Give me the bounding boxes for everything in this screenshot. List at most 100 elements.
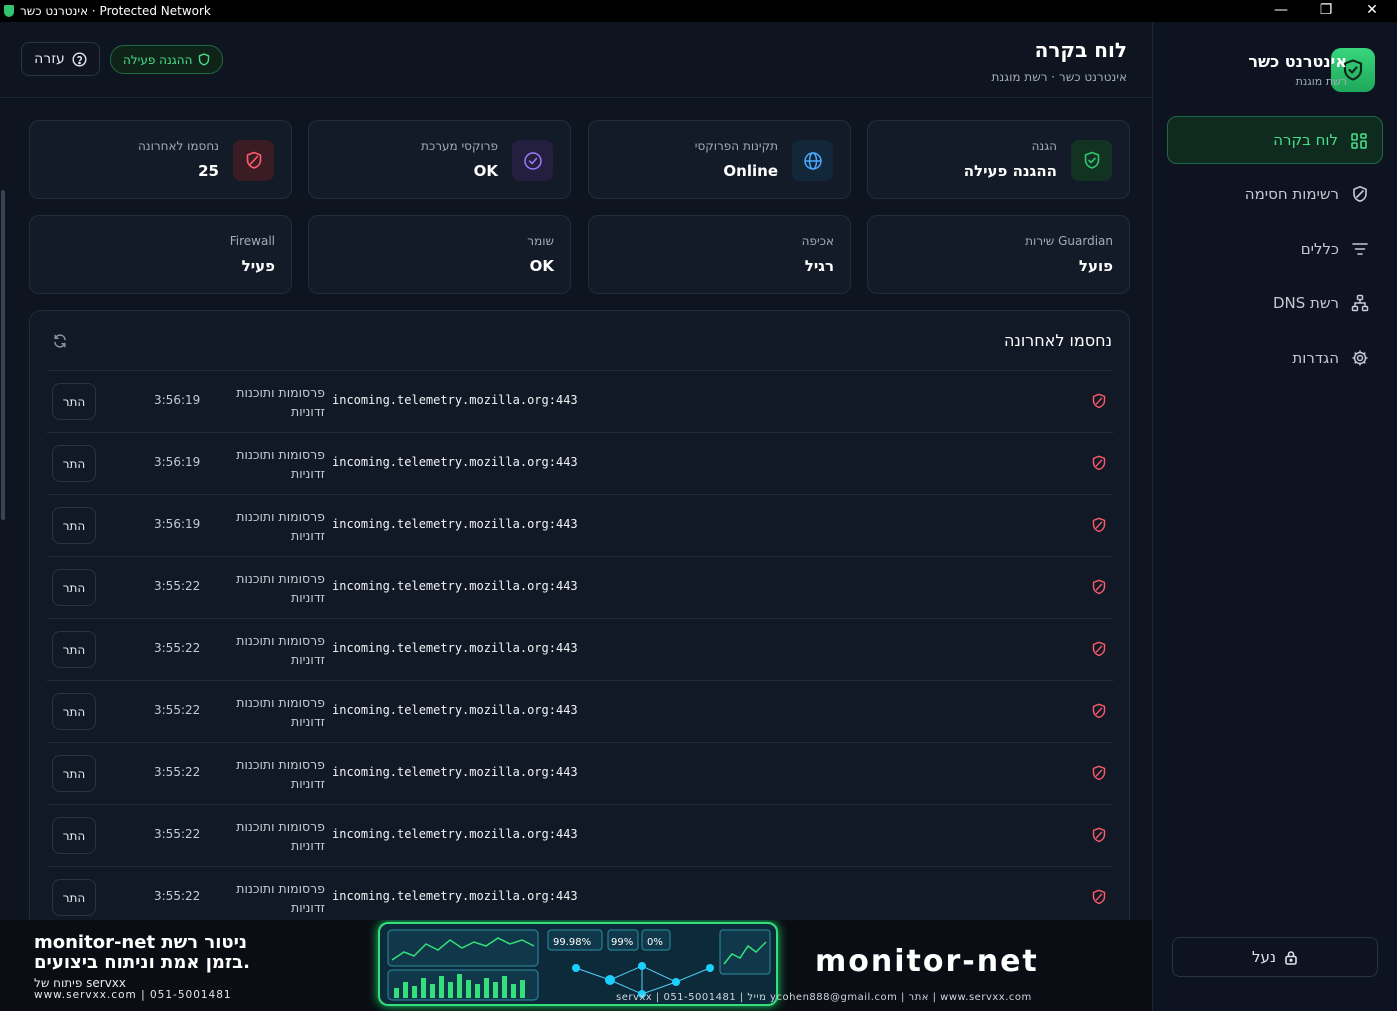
sidebar-item-dns-network[interactable]: DNS רשת	[1167, 279, 1383, 327]
window-titlebar: אינטרנט כשר · Protected Network — ❐ ✕	[0, 0, 1397, 22]
blocked-category: פרסומות ותוכנות זדוניות	[236, 881, 325, 915]
allow-button[interactable]: התר	[52, 817, 96, 854]
page-title: לוח בקרה	[1034, 38, 1127, 62]
blocked-time: 3:55:22	[154, 641, 201, 655]
banner-brand: monitor-net	[815, 944, 1039, 979]
blocked-category: פרסומות ותוכנות זדוניות	[236, 695, 325, 729]
blocked-time: 3:56:19	[154, 455, 201, 469]
maximize-button[interactable]: ❐	[1303, 0, 1349, 22]
filter-icon	[1352, 243, 1368, 255]
shield-check-icon	[1071, 140, 1112, 181]
shield-icon	[199, 53, 210, 66]
banner-developer: פיתוח של servxx	[34, 976, 126, 990]
check-circle-icon	[512, 140, 553, 181]
stat-card-recently-blocked: נחסמו לאחרונה 25	[29, 120, 292, 199]
main-content: לוח בקרה אינטרנט כשר · רשת מוגנת ההגנה פ…	[0, 22, 1152, 930]
allow-button[interactable]: התר	[52, 879, 96, 916]
card-label: שירות Guardian	[1025, 234, 1113, 248]
blocked-host: incoming.telemetry.mozilla.org:443	[332, 765, 578, 779]
help-circle-icon	[72, 51, 87, 67]
help-button[interactable]: עזרה	[21, 42, 100, 76]
table-row: incoming.telemetry.mozilla.org:443 פרסומו…	[47, 494, 1113, 556]
table-row: incoming.telemetry.mozilla.org:443 פרסומו…	[47, 680, 1113, 742]
table-row: incoming.telemetry.mozilla.org:443 פרסומו…	[47, 742, 1113, 804]
blocked-time: 3:56:19	[154, 517, 201, 531]
network-icon	[1351, 294, 1369, 312]
blocked-time: 3:55:22	[154, 889, 201, 903]
card-value: Online	[723, 162, 778, 180]
blocked-time: 3:56:19	[154, 393, 201, 407]
allow-button[interactable]: התר	[52, 383, 96, 420]
blocked-shield-icon	[1092, 827, 1106, 843]
health-readout: 99%	[611, 937, 633, 948]
allow-button[interactable]: התר	[52, 445, 96, 482]
allow-button[interactable]: התר	[52, 693, 96, 730]
sidebar-item-settings[interactable]: הגדרות	[1167, 334, 1383, 382]
card-value: 25	[198, 162, 219, 180]
sidebar-item-label: כללים	[1300, 240, 1339, 258]
help-label: עזרה	[34, 51, 65, 67]
card-value: פועל	[1078, 257, 1113, 275]
banner-headline: monitor-net ניטור רשת	[34, 932, 248, 953]
page-header: לוח בקרה אינטרנט כשר · רשת מוגנת ההגנה פ…	[0, 22, 1152, 98]
card-value: רגיל	[804, 257, 834, 275]
brand-subtitle: רשת מוגנת	[1295, 75, 1347, 88]
blocked-shield-icon	[1092, 765, 1106, 781]
banner-subheadline: בזמן אמת וניתוח ביצועים.	[34, 952, 250, 973]
blocked-host: incoming.telemetry.mozilla.org:443	[332, 641, 578, 655]
allow-button[interactable]: התר	[52, 507, 96, 544]
card-label: Firewall	[229, 234, 275, 248]
card-label: שומר	[527, 234, 554, 248]
stat-card-enforcement: אכיפה רגיל	[588, 215, 851, 294]
card-value: פעיל	[241, 257, 275, 275]
blocked-time: 3:55:22	[154, 827, 201, 841]
table-row: incoming.telemetry.mozilla.org:443 פרסומו…	[47, 804, 1113, 866]
blocked-host: incoming.telemetry.mozilla.org:443	[332, 393, 578, 407]
blocked-time: 3:55:22	[154, 765, 201, 779]
lock-label: נעל	[1252, 948, 1276, 966]
blocked-category: פרסומות ותוכנות זדוניות	[236, 633, 325, 667]
sidebar-item-rules[interactable]: כללים	[1167, 225, 1383, 273]
allow-button[interactable]: התר	[52, 569, 96, 606]
recently-blocked-panel: נחסמו לאחרונה incoming.telemetry.mozilla…	[29, 310, 1130, 930]
banner-website-phone: www.servxx.com | 051-5001481	[34, 989, 232, 1001]
blocked-category: פרסומות ותוכנות זדוניות	[236, 757, 325, 791]
blocked-time: 3:55:22	[154, 703, 201, 717]
blocked-shield-icon	[1092, 703, 1106, 719]
window-title: אינטרנט כשר · Protected Network	[20, 4, 211, 18]
sidebar-item-label: DNS רשת	[1272, 294, 1339, 312]
blocked-category: פרסומות ותוכנות זדוניות	[236, 571, 325, 605]
close-button[interactable]: ✕	[1349, 0, 1395, 22]
sidebar-item-blocklists[interactable]: רשימות חסימה	[1167, 170, 1383, 218]
gear-icon	[1352, 350, 1368, 366]
blocked-category: פרסומות ותוכנות זדוניות	[236, 447, 325, 481]
stat-card-proxy-health: תקינות הפרוקסי Online	[588, 120, 851, 199]
card-label: פרוקסי מערכת	[420, 139, 498, 153]
card-label: הגנה	[1031, 139, 1057, 153]
minimize-button[interactable]: —	[1258, 0, 1304, 22]
stat-card-guard: שומר OK	[308, 215, 571, 294]
card-value: OK	[473, 162, 498, 180]
uptime-readout: 99.98%	[553, 937, 591, 948]
globe-icon	[792, 140, 833, 181]
lock-button[interactable]: נעל	[1172, 937, 1378, 977]
allow-button[interactable]: התר	[52, 631, 96, 668]
main-scrollbar[interactable]	[0, 100, 7, 920]
sidebar-item-dashboard[interactable]: לוח בקרה	[1167, 116, 1383, 164]
blocked-category: פרסומות ותוכנות זדוניות	[236, 385, 325, 419]
blocked-host: incoming.telemetry.mozilla.org:443	[332, 455, 578, 469]
monitor-net-banner[interactable]: monitor-net ניטור רשת בזמן אמת וניתוח בי…	[0, 920, 1152, 1011]
card-value: ההגנה פעילה	[963, 162, 1057, 180]
card-label: תקינות הפרוקסי	[694, 139, 778, 153]
card-label: נחסמו לאחרונה	[137, 139, 219, 153]
scrollbar-thumb[interactable]	[1, 190, 5, 520]
table-row: incoming.telemetry.mozilla.org:443 פרסומו…	[47, 370, 1113, 432]
blocked-host: incoming.telemetry.mozilla.org:443	[332, 517, 578, 531]
blocked-shield-icon	[233, 140, 274, 181]
table-row: incoming.telemetry.mozilla.org:443 פרסומו…	[47, 432, 1113, 494]
refresh-icon[interactable]	[52, 333, 68, 349]
stat-card-guardian-service: שירות Guardian פועל	[867, 215, 1130, 294]
allow-button[interactable]: התר	[52, 755, 96, 792]
sidebar-item-label: הגדרות	[1292, 349, 1339, 367]
breadcrumb: אינטרנט כשר · רשת מוגנת	[991, 70, 1127, 84]
